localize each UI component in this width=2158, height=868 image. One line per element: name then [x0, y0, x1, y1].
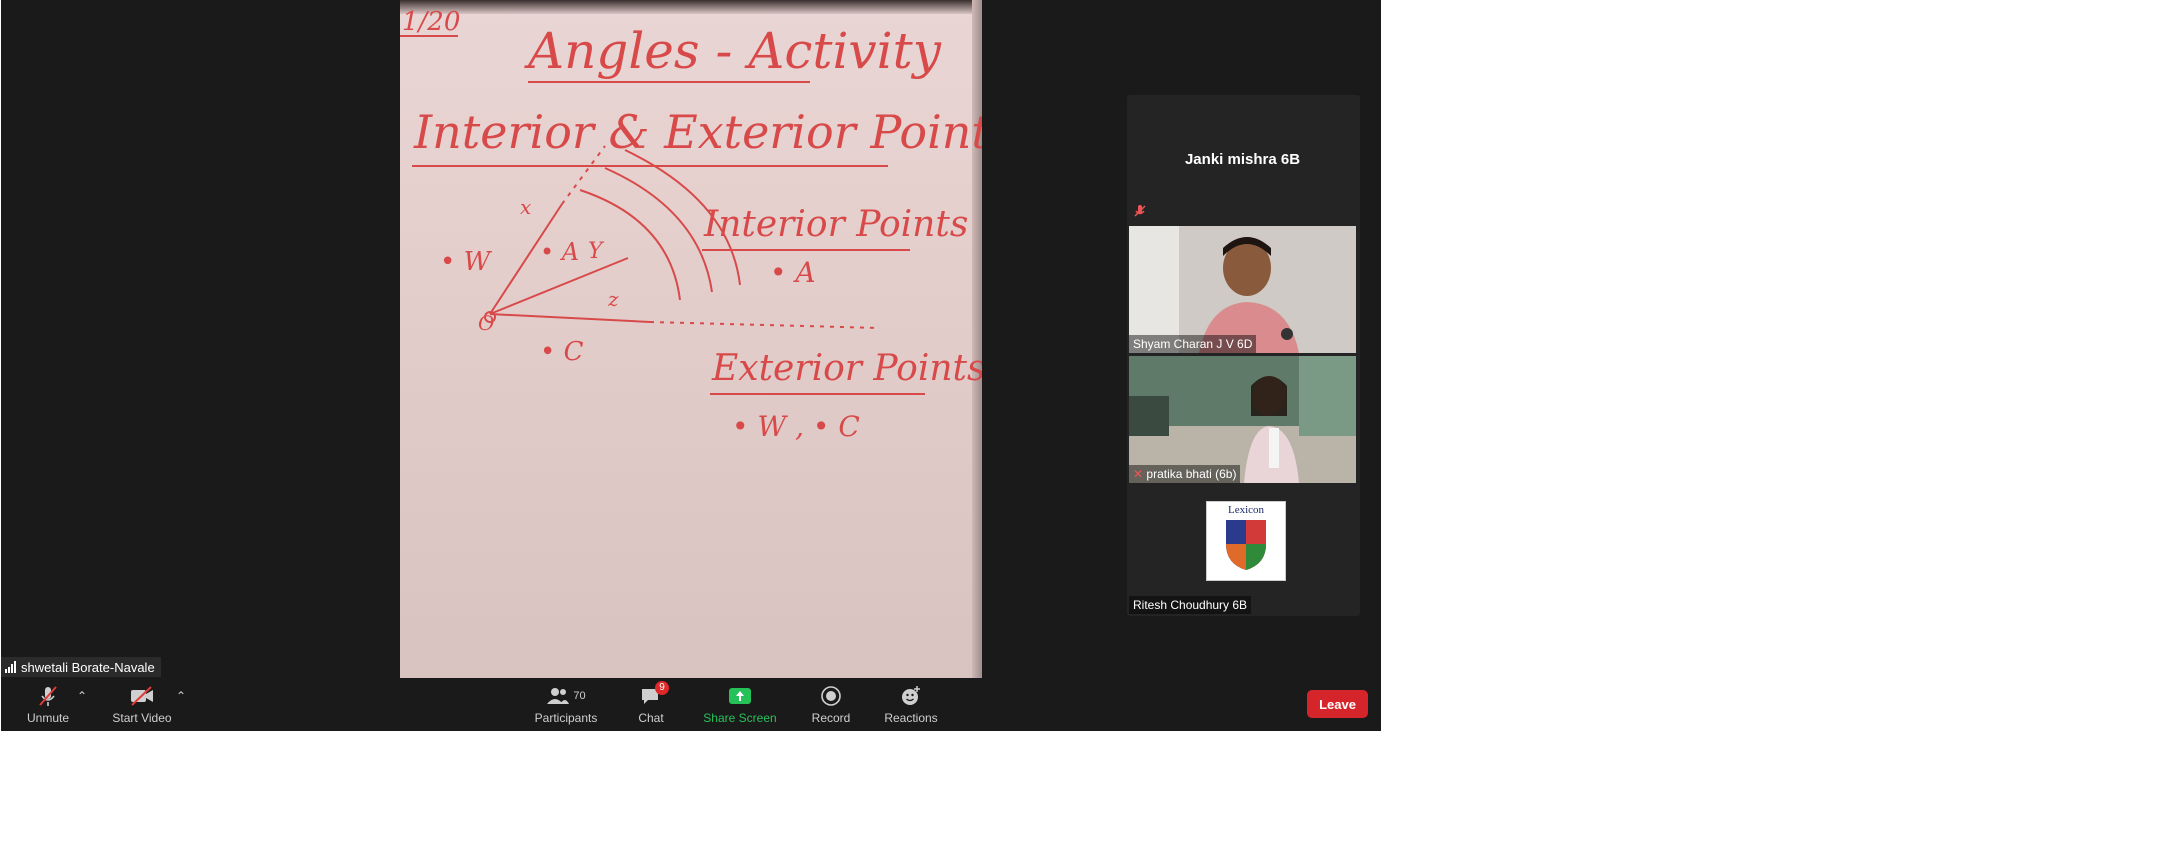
- participant-tile-shyam[interactable]: Shyam Charan J V 6D: [1129, 226, 1356, 353]
- participant-tile-pratika[interactable]: ✕ pratika bhati (6b): [1129, 356, 1356, 483]
- participants-icon: 70: [546, 684, 586, 708]
- participant-name-text: pratika bhati (6b): [1146, 467, 1237, 481]
- share-screen-icon: [728, 684, 752, 708]
- video-off-icon: [129, 684, 155, 708]
- record-label: Record: [811, 711, 851, 725]
- reactions-button[interactable]: Reactions: [881, 678, 941, 731]
- reactions-label: Reactions: [884, 711, 938, 725]
- reactions-smiley-icon: [900, 684, 922, 708]
- label-x: x: [520, 195, 531, 219]
- muted-mic-icon: [37, 684, 59, 708]
- school-logo: Lexicon: [1206, 501, 1286, 581]
- label-o: O: [478, 311, 494, 335]
- participants-count: 70: [573, 690, 586, 702]
- active-speaker-video: 1/20 Angles - Activity Interior & Exteri…: [400, 0, 982, 678]
- audio-options-chevron-icon[interactable]: ⌃: [77, 689, 87, 703]
- record-icon: [821, 684, 841, 708]
- participant-name: ✕ pratika bhati (6b): [1129, 465, 1241, 483]
- unmute-button[interactable]: Unmute: [23, 678, 73, 731]
- participant-gallery: Janki mishra 6B Shyam Charan J V 6D ✕ pr…: [1127, 95, 1360, 616]
- participant-video-pratika: [1129, 356, 1356, 483]
- label-z: z: [607, 287, 619, 311]
- school-crest-icon: [1226, 520, 1266, 570]
- logo-title: Lexicon: [1227, 504, 1265, 516]
- chat-label: Chat: [638, 711, 664, 725]
- chat-button[interactable]: 9 Chat: [631, 678, 671, 731]
- speaker-name: shwetali Borate-Navale: [21, 659, 155, 675]
- exterior-heading: Exterior Points :-: [711, 348, 982, 389]
- share-screen-label: Share Screen: [703, 711, 777, 725]
- board-date: 1/20: [402, 7, 460, 37]
- participant-name: Shyam Charan J V 6D: [1129, 335, 1257, 353]
- participants-button[interactable]: 70 Participants: [531, 678, 601, 731]
- participant-name-center: Janki mishra 6B: [1184, 151, 1301, 168]
- label-w: • W: [440, 247, 493, 277]
- interior-heading: Interior Points :-: [703, 204, 982, 245]
- participant-tile-janki[interactable]: Janki mishra 6B: [1129, 95, 1356, 223]
- unmute-label: Unmute: [26, 711, 70, 725]
- zoom-meeting-window: 1/20 Angles - Activity Interior & Exteri…: [1, 0, 1381, 731]
- interior-points: • A: [770, 256, 816, 289]
- participant-name: Ritesh Choudhury 6B: [1129, 596, 1252, 614]
- whiteboard-drawing: 1/20 Angles - Activity Interior & Exteri…: [400, 7, 982, 443]
- label-a: • A: [540, 238, 579, 266]
- speaker-name-tag: shwetali Borate-Navale: [1, 657, 161, 677]
- label-y: Y: [588, 239, 605, 264]
- record-button[interactable]: Record: [809, 678, 853, 731]
- board-title: Angles - Activity: [524, 22, 942, 80]
- participant-tile-ritesh[interactable]: Lexicon Ritesh Choudhury 6B: [1129, 486, 1356, 614]
- signal-strength-icon: [5, 661, 16, 673]
- exterior-points: • W , • C: [732, 410, 860, 443]
- chat-unread-badge: 9: [655, 681, 669, 695]
- meeting-toolbar: Unmute ⌃ Start Video ⌃ 70 Participants 9…: [1, 678, 1381, 731]
- participant-video-shyam: [1129, 226, 1356, 353]
- muted-mic-icon: [1133, 204, 1147, 223]
- board-subtitle: Interior & Exterior Points: [413, 105, 982, 159]
- muted-mic-icon: ✕: [1133, 467, 1144, 481]
- leave-button[interactable]: Leave: [1307, 690, 1368, 718]
- video-options-chevron-icon[interactable]: ⌃: [176, 689, 186, 703]
- participants-label: Participants: [534, 711, 598, 725]
- start-video-button[interactable]: Start Video: [109, 678, 175, 731]
- label-c: • C: [540, 337, 584, 367]
- chat-icon: 9: [640, 681, 669, 708]
- share-screen-button[interactable]: Share Screen: [701, 678, 779, 731]
- start-video-label: Start Video: [112, 711, 172, 725]
